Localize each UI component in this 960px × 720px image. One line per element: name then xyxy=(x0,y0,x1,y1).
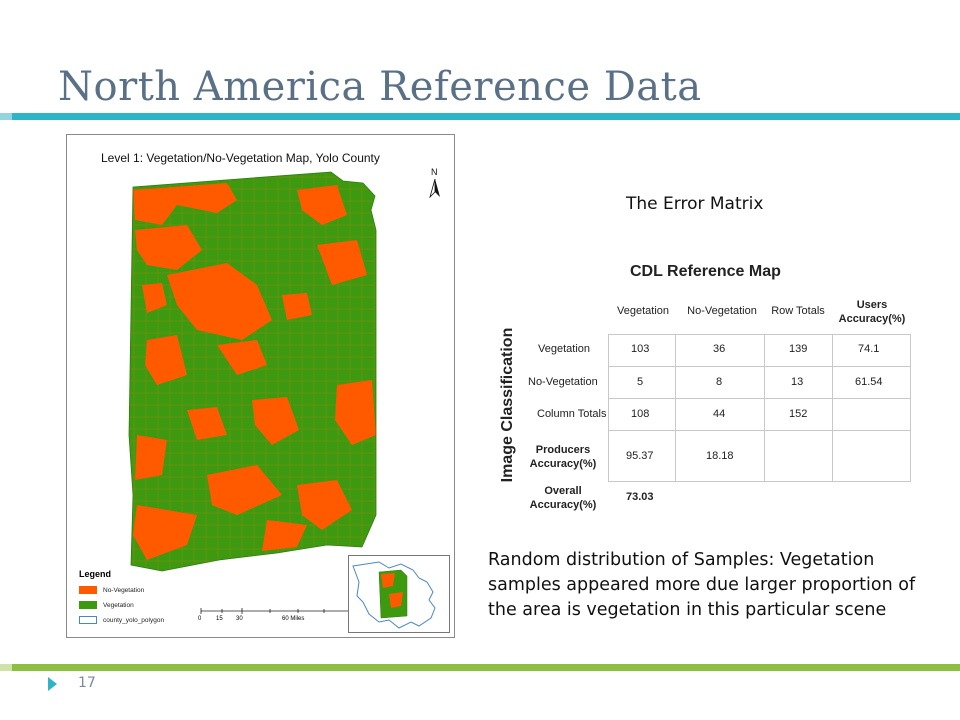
scale-tick-label: 60 Miles xyxy=(282,616,305,622)
map-figure: Level 1: Vegetation/No-Vegetation Map, Y… xyxy=(66,134,455,638)
row-label: Producers Accuracy(%) xyxy=(529,444,597,470)
matrix-heading: The Error Matrix xyxy=(626,194,764,214)
vegetation-swatch xyxy=(79,601,97,609)
legend-item-no-vegetation: No-Vegetation xyxy=(79,586,144,594)
legend-label: Vegetation xyxy=(103,601,134,609)
county-outline-swatch xyxy=(79,616,97,624)
matrix-value: 44 xyxy=(713,408,726,420)
scale-tick-label: 15 xyxy=(216,616,223,622)
matrix-value: 95.37 xyxy=(626,450,654,462)
matrix-value: 61.54 xyxy=(855,376,883,388)
north-label: N xyxy=(431,167,438,177)
legend-title: Legend xyxy=(79,569,112,579)
overall-accuracy-value: 73.03 xyxy=(626,491,654,503)
legend-label: No-Vegetation xyxy=(103,586,145,594)
legend-label: county_yolo_polygon xyxy=(103,616,165,624)
matrix-value: 36 xyxy=(713,343,726,355)
slide-title: North America Reference Data xyxy=(58,64,702,110)
matrix-value: 74.1 xyxy=(858,343,880,355)
column-header: Row Totals xyxy=(771,305,825,317)
matrix-value: 13 xyxy=(791,376,804,388)
column-header: Vegetation xyxy=(617,305,669,317)
north-arrow-icon: N xyxy=(425,165,445,201)
row-label: Column Totals xyxy=(537,408,607,420)
reference-map-title: CDL Reference Map xyxy=(630,263,781,280)
footer-rule-edge xyxy=(0,664,12,671)
slide-number: 17 xyxy=(78,675,96,691)
map-title: Level 1: Vegetation/No-Vegetation Map, Y… xyxy=(101,151,380,165)
legend-item-county-polygon: county_yolo_polygon xyxy=(79,616,164,624)
matrix-value: 18.18 xyxy=(706,450,734,462)
column-header: No-Vegetation xyxy=(687,305,757,317)
matrix-value: 103 xyxy=(631,343,650,355)
matrix-value: 139 xyxy=(789,343,808,355)
no-vegetation-swatch xyxy=(79,586,97,594)
matrix-value: 5 xyxy=(637,376,644,388)
row-label: Overall Accuracy(%) xyxy=(529,485,597,511)
matrix-value: 152 xyxy=(789,408,808,420)
legend-item-vegetation: Vegetation xyxy=(79,601,134,609)
row-label: Vegetation xyxy=(538,343,590,355)
footer-rule xyxy=(0,664,960,671)
scale-tick-label: 30 xyxy=(236,616,243,622)
column-header: Users Accuracy(%) xyxy=(838,299,906,325)
row-label: No-Vegetation xyxy=(528,376,598,388)
slide-marker-icon xyxy=(48,677,57,691)
scale-bar xyxy=(200,608,353,614)
body-text: Random distribution of Samples: Vegetati… xyxy=(488,550,916,620)
classification-axis-title: Image Classification xyxy=(499,327,516,483)
locator-inset-map xyxy=(348,555,450,633)
matrix-value: 8 xyxy=(716,376,723,388)
matrix-value: 108 xyxy=(631,408,650,420)
scale-tick-label: 0 xyxy=(198,616,202,622)
scale-labels: 0 15 30 60 Miles xyxy=(198,616,358,626)
title-rule xyxy=(0,113,960,120)
title-rule-edge xyxy=(0,113,12,120)
